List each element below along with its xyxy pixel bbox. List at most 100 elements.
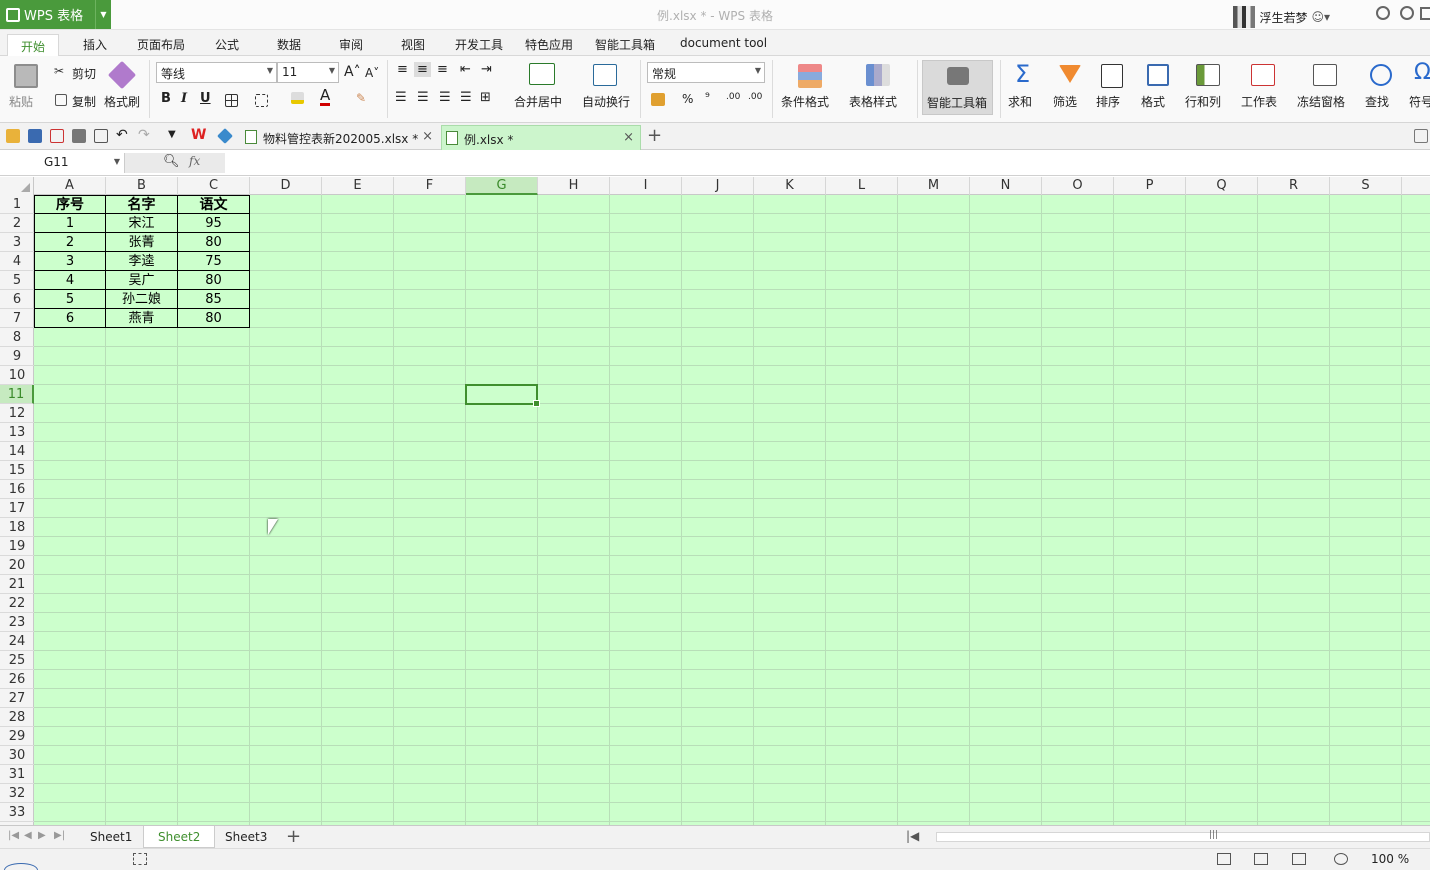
row-header[interactable]: 23 (0, 613, 34, 632)
outdent-icon[interactable]: ⇤ (460, 62, 471, 77)
cube-icon[interactable] (217, 128, 233, 144)
sheet-tab-sheet2[interactable]: Sheet2 (143, 826, 216, 848)
row-header[interactable]: 32 (0, 784, 34, 803)
indent-icon[interactable]: ⇥ (481, 62, 492, 77)
table-cell[interactable]: 孙二娘 (106, 290, 178, 309)
page-layout-view-icon[interactable] (1292, 853, 1306, 865)
page-break-view-icon[interactable] (1254, 853, 1268, 865)
avatar[interactable] (1233, 6, 1256, 28)
column-header[interactable]: Q (1186, 177, 1258, 195)
undo-icon[interactable]: ↶ (116, 127, 128, 143)
skin-icon[interactable]: ☺▾ (1311, 10, 1330, 24)
wrap-text-icon[interactable] (593, 64, 617, 86)
column-header[interactable]: E (322, 177, 394, 195)
sheet-tab-sheet1[interactable]: Sheet1 (76, 826, 146, 848)
bold-button[interactable]: B (161, 91, 171, 106)
sort-button[interactable]: 排序 (1096, 93, 1120, 110)
table-style-button[interactable]: 表格样式 (849, 93, 897, 110)
sidebar-toggle-icon[interactable] (1414, 129, 1428, 143)
decrease-font-icon[interactable]: A˅ (365, 66, 379, 80)
zoom-level[interactable]: 100 % (1371, 852, 1409, 866)
copy-button[interactable]: 复制 (72, 93, 96, 110)
print-icon[interactable] (72, 129, 86, 143)
table-cell[interactable]: 80 (178, 309, 250, 328)
column-header[interactable]: N (970, 177, 1042, 195)
table-cell[interactable]: 5 (34, 290, 106, 309)
eye-protection-icon[interactable] (1334, 853, 1348, 865)
macro-record-icon[interactable] (133, 853, 147, 865)
open-icon[interactable] (6, 129, 20, 143)
sort-icon[interactable] (1101, 64, 1123, 88)
column-header[interactable]: B (106, 177, 178, 195)
row-header[interactable]: 18 (0, 518, 34, 537)
sheet-tab-sheet3[interactable]: Sheet3 (211, 826, 281, 848)
formula-input[interactable] (225, 153, 1430, 173)
column-header[interactable]: K (754, 177, 826, 195)
sum-icon[interactable]: Σ (1015, 60, 1030, 88)
tab-document-tool[interactable]: document tool (680, 36, 767, 50)
column-header[interactable]: S (1330, 177, 1402, 195)
name-box[interactable]: G11 ▼ (0, 153, 125, 173)
row-header[interactable]: 29 (0, 727, 34, 746)
wps-cloud-icon[interactable]: W (191, 127, 206, 143)
row-header[interactable]: 27 (0, 689, 34, 708)
find-button[interactable]: 查找 (1365, 93, 1389, 110)
justify-icon[interactable]: ☰ (460, 90, 472, 105)
row-header[interactable]: 10 (0, 366, 34, 385)
merge-center-icon[interactable] (529, 63, 555, 85)
row-header[interactable]: 21 (0, 575, 34, 594)
conditional-format-button[interactable]: 条件格式 (781, 93, 829, 110)
row-header[interactable]: 6 (0, 290, 34, 309)
align-center-icon[interactable]: ☰ (417, 90, 429, 105)
scroll-left-icon[interactable]: |◀ (906, 829, 919, 843)
row-header[interactable]: 33 (0, 803, 34, 822)
font-size-select[interactable]: 11 ▼ (277, 62, 339, 83)
chevron-down-icon[interactable]: ▼ (114, 157, 120, 166)
percent-button[interactable]: % (682, 92, 693, 106)
column-header[interactable]: H (538, 177, 610, 195)
scissors-icon[interactable]: ✂ (54, 64, 64, 78)
tab-data[interactable]: 数据 (277, 36, 301, 53)
tab-page-layout[interactable]: 页面布局 (137, 36, 185, 53)
copy-icon[interactable] (55, 94, 67, 106)
format-button[interactable]: 格式 (1141, 93, 1165, 110)
row-header[interactable]: 24 (0, 632, 34, 651)
symbol-icon[interactable]: Ω (1414, 60, 1430, 85)
tab-smart-toolbox[interactable]: 智能工具箱 (595, 36, 655, 53)
row-header[interactable]: 9 (0, 347, 34, 366)
worksheet-button[interactable]: 工作表 (1241, 93, 1277, 110)
paste-button[interactable]: 粘贴 (9, 93, 33, 110)
table-header-cell[interactable]: 语文 (178, 195, 250, 214)
tab-review[interactable]: 审阅 (339, 36, 363, 53)
print-preview-icon[interactable] (94, 129, 108, 143)
table-header-cell[interactable]: 序号 (34, 195, 106, 214)
table-cell[interactable]: 张菁 (106, 233, 178, 252)
column-header[interactable]: J (682, 177, 754, 195)
row-header[interactable]: 20 (0, 556, 34, 575)
tab-view[interactable]: 视图 (401, 36, 425, 53)
row-header[interactable]: 3 (0, 233, 34, 252)
currency-icon[interactable] (651, 93, 665, 106)
tab-developer[interactable]: 开发工具 (455, 36, 503, 53)
thousands-button[interactable]: ⁹ (705, 90, 710, 104)
column-header[interactable]: C (178, 177, 250, 195)
table-cell[interactable]: 4 (34, 271, 106, 290)
doc-tab-inactive[interactable]: 物料管控表新202005.xlsx * × (241, 125, 439, 150)
rows-cols-icon[interactable] (1196, 64, 1220, 86)
wrap-text-button[interactable]: 自动换行 (582, 93, 630, 110)
settings-icon[interactable] (1376, 6, 1390, 20)
row-header[interactable]: 11 (0, 385, 34, 404)
prev-sheet-icon[interactable]: ◀ (24, 830, 32, 841)
row-header[interactable]: 19 (0, 537, 34, 556)
table-cell[interactable]: 宋江 (106, 214, 178, 233)
symbol-button[interactable]: 符号 (1409, 93, 1430, 110)
select-all-button[interactable] (0, 177, 34, 195)
worksheet-icon[interactable] (1251, 64, 1275, 86)
underline-button[interactable]: U (200, 91, 211, 106)
add-sheet-button[interactable]: + (286, 826, 301, 847)
align-top-icon[interactable]: ≡ (397, 62, 408, 77)
minimize-icon[interactable] (1420, 7, 1430, 20)
decrease-decimal-button[interactable]: .00 (748, 92, 762, 102)
merge-center-button[interactable]: 合并居中 (514, 93, 562, 110)
row-header[interactable]: 25 (0, 651, 34, 670)
